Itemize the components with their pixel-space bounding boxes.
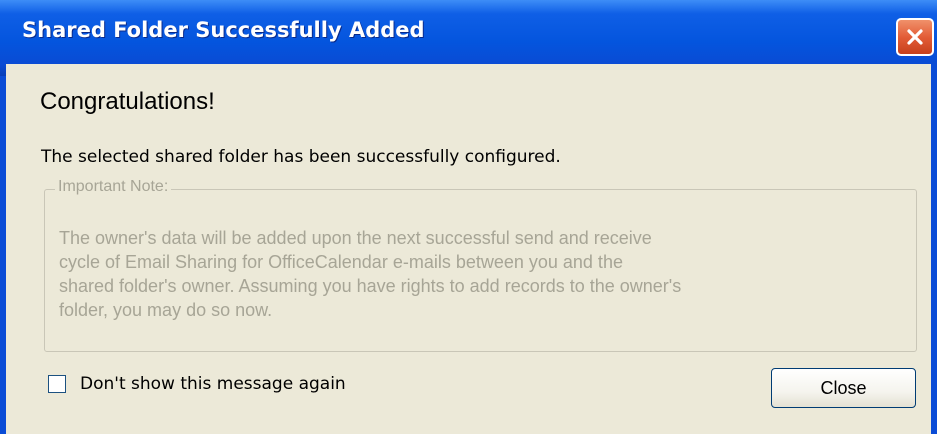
dialog-window: Shared Folder Successfully Added Congrat… <box>0 0 937 434</box>
window-title: Shared Folder Successfully Added <box>22 18 425 42</box>
important-note-label: Important Note: <box>55 178 172 196</box>
note-line: The owner's data will be added upon the … <box>59 228 652 248</box>
note-line: folder, you may do so now. <box>59 300 273 320</box>
dont-show-again-row[interactable]: Don't show this message again <box>48 374 346 394</box>
congratulations-heading: Congratulations! <box>40 88 215 115</box>
important-note-text: The owner's data will be added upon the … <box>59 226 909 322</box>
dont-show-again-checkbox[interactable] <box>48 375 66 393</box>
dont-show-again-label[interactable]: Don't show this message again <box>80 374 346 394</box>
close-button[interactable]: Close <box>771 368 916 408</box>
dialog-body: Congratulations! The selected shared fol… <box>6 64 937 434</box>
window-frame-right <box>931 64 937 434</box>
important-note-group: Important Note: The owner's data will be… <box>44 178 917 352</box>
note-line: shared folder's owner. Assuming you have… <box>59 276 682 296</box>
note-line: cycle of Email Sharing for OfficeCalenda… <box>59 252 623 272</box>
success-message: The selected shared folder has been succ… <box>41 147 561 167</box>
close-x-icon[interactable] <box>896 18 934 56</box>
x-icon <box>907 29 923 45</box>
